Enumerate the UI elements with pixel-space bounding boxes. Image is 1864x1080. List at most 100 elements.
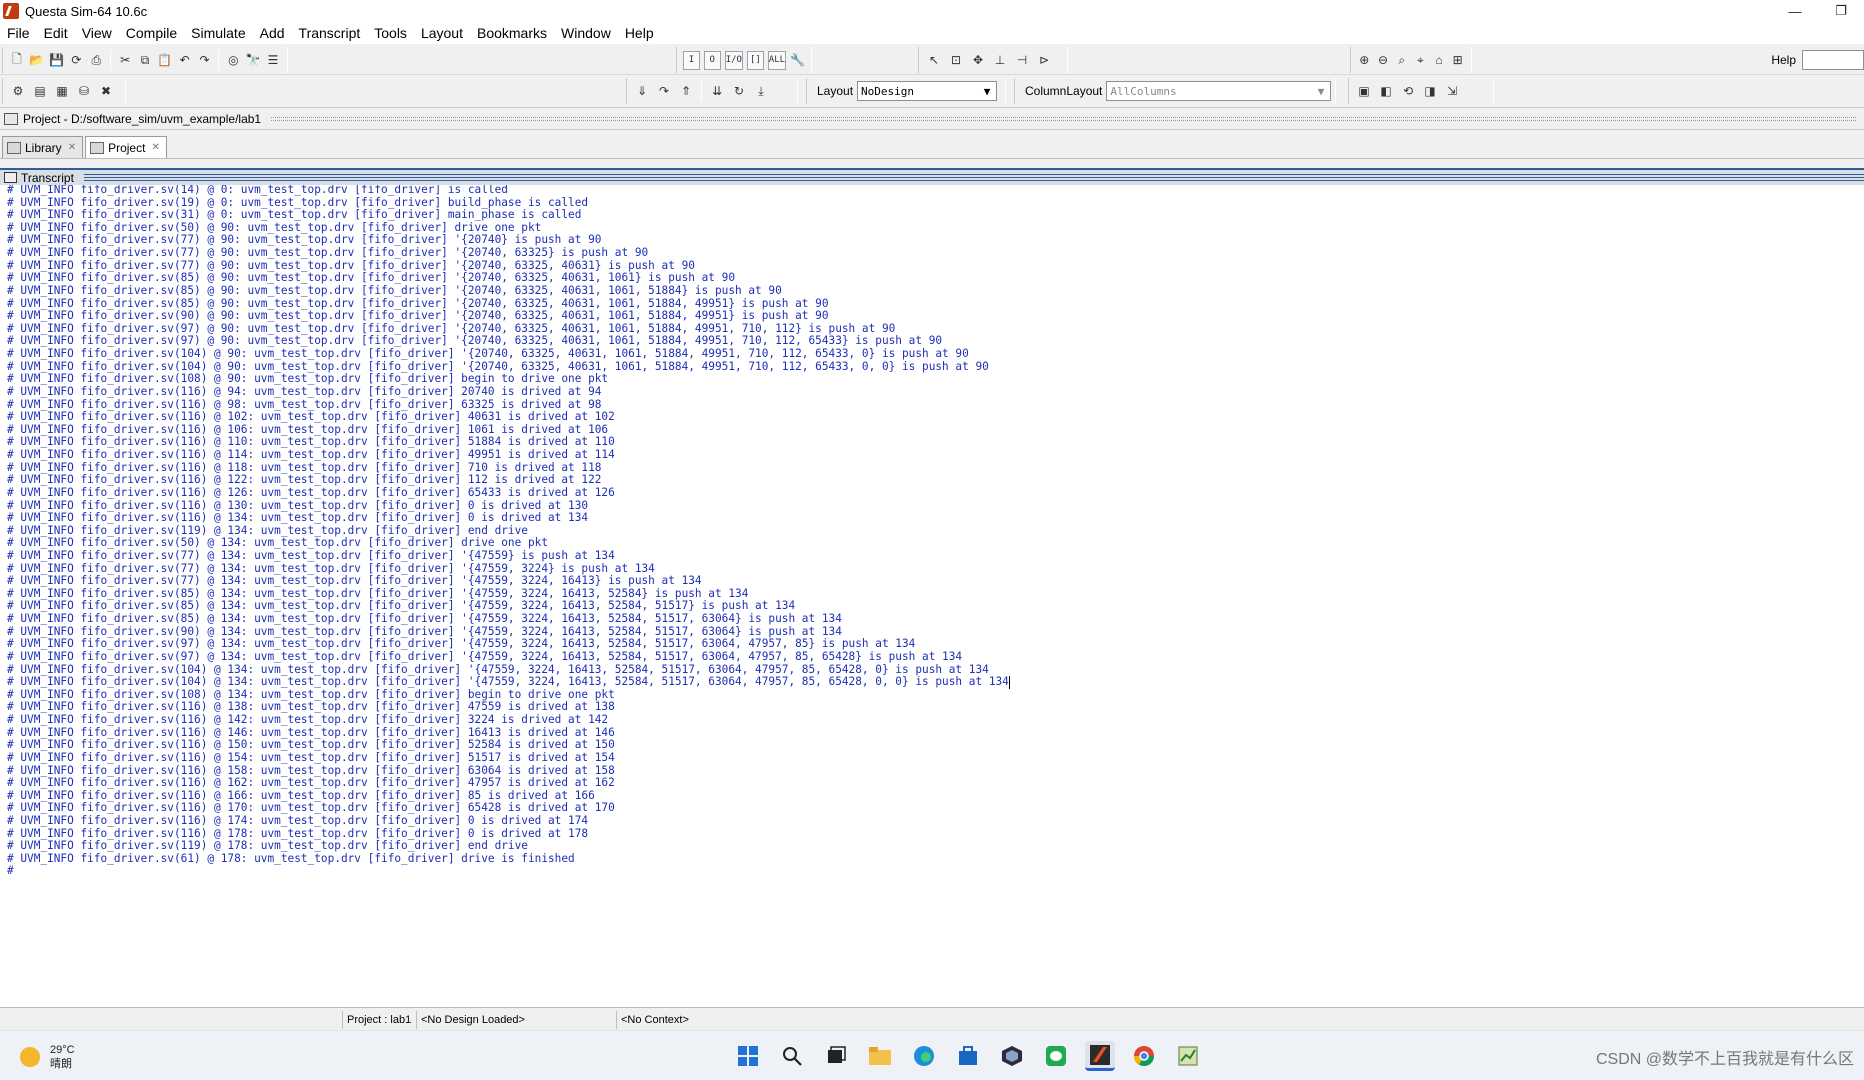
tab-project[interactable]: Project ✕ <box>85 136 167 158</box>
help-input[interactable] <box>1802 50 1864 70</box>
save-icon[interactable]: 💾 <box>49 51 65 69</box>
restore-button[interactable]: ❐ <box>1818 0 1864 22</box>
find-icon[interactable]: 🔭 <box>245 51 261 69</box>
questa-icon[interactable] <box>1085 1041 1115 1071</box>
move-icon[interactable]: ✥ <box>969 51 987 69</box>
search-icon[interactable] <box>777 1041 807 1071</box>
wave-refresh-icon[interactable]: ⟲ <box>1399 82 1417 100</box>
menu-transcript[interactable]: Transcript <box>299 25 361 41</box>
cursor-icon[interactable]: ⊣ <box>1013 51 1031 69</box>
filter-all-button[interactable]: ALL <box>767 50 787 70</box>
menu-compile[interactable]: Compile <box>126 25 177 41</box>
temperature: 29°C <box>50 1044 75 1056</box>
sun-icon <box>20 1047 40 1067</box>
menu-tools[interactable]: Tools <box>374 25 407 41</box>
tab-library[interactable]: Library ✕ <box>2 136 84 158</box>
open-folder-icon[interactable]: 📂 <box>29 51 45 69</box>
status-project: Project : lab1 <box>342 1011 416 1029</box>
edge-icon[interactable] <box>909 1041 939 1071</box>
menu-file[interactable]: File <box>7 25 30 41</box>
select-pointer-icon[interactable]: ↖ <box>925 51 943 69</box>
status-context: <No Context> <box>616 1011 866 1029</box>
menu-edit[interactable]: Edit <box>44 25 68 41</box>
transcript-pane[interactable]: # UVM_INFO fifo_driver.sv(14) @ 0: uvm_t… <box>0 185 1864 1008</box>
step-end-icon[interactable]: ⤓ <box>752 82 770 100</box>
filter-toolbar: I O I/O [] ALL 🔧 <box>676 47 812 73</box>
toolbar-row-2: ⚙ ▤ ▦ ⛁ ✖ ⇓ ↷ ⇑ ⇊ ↻ ⤓ Layout NoDesign ▼ … <box>0 75 1864 108</box>
add-wave-icon[interactable]: ▣ <box>1355 82 1373 100</box>
zoom-full-icon[interactable]: ⌕ <box>1394 51 1409 69</box>
reload-icon[interactable]: ⟳ <box>69 51 85 69</box>
weather-widget[interactable]: 29°C 晴朗 <box>20 1043 75 1071</box>
close-icon[interactable]: ✕ <box>68 142 76 153</box>
filter-inout-button[interactable]: I/O <box>724 50 743 70</box>
print-icon[interactable]: ⎙ <box>88 51 104 69</box>
simulate-icon[interactable]: ⚙ <box>9 82 27 100</box>
paste-icon[interactable]: 📋 <box>157 51 173 69</box>
menu-window[interactable]: Window <box>561 25 611 41</box>
status-design: <No Design Loaded> <box>416 1011 616 1029</box>
close-icon[interactable]: ✕ <box>151 142 159 153</box>
menu-view[interactable]: View <box>82 25 112 41</box>
copy-icon[interactable]: ⧉ <box>137 51 153 69</box>
minimize-button[interactable]: — <box>1772 0 1818 22</box>
zoom-last-icon[interactable]: ⌂ <box>1432 51 1447 69</box>
virtualbox-icon[interactable] <box>997 1041 1027 1071</box>
pane-grip[interactable] <box>83 174 1864 181</box>
transcript-header: Transcript <box>0 168 1864 185</box>
step-over-icon[interactable]: ↷ <box>655 82 673 100</box>
new-file-icon[interactable]: 🗋 <box>9 51 25 69</box>
layout-combo[interactable]: NoDesign ▼ <box>857 81 998 101</box>
cut-icon[interactable]: ✂ <box>117 51 133 69</box>
step-out-icon[interactable]: ⇑ <box>677 82 695 100</box>
chart-app-icon[interactable] <box>1173 1041 1203 1071</box>
zoom-cursor-icon[interactable]: ⌖ <box>1413 51 1428 69</box>
toolbar-row-1: 🗋 📂 💾 ⟳ ⎙ ✂ ⧉ 📋 ↶ ↷ ◎ 🔭 ☰ I O I/O [] ALL… <box>0 44 1864 75</box>
dataflow-icon[interactable]: ⊳ <box>1035 51 1053 69</box>
zoom-box-icon[interactable]: ⊡ <box>947 51 965 69</box>
wrench-icon[interactable]: 🔧 <box>790 51 805 69</box>
collapse-icon[interactable]: ☰ <box>265 51 281 69</box>
store-icon[interactable] <box>953 1041 983 1071</box>
compile-icon[interactable]: ◎ <box>225 51 241 69</box>
layout-selector: Layout NoDesign ▼ <box>806 78 1006 104</box>
menu-bookmarks[interactable]: Bookmarks <box>477 25 547 41</box>
zoom-out-icon[interactable]: ⊖ <box>1376 51 1391 69</box>
break-icon[interactable]: ⛁ <box>75 82 93 100</box>
menu-add[interactable]: Add <box>260 25 285 41</box>
task-view-icon[interactable] <box>821 1041 851 1071</box>
wave-export-icon[interactable]: ⇲ <box>1443 82 1461 100</box>
status-blank <box>0 1011 342 1029</box>
pane-grip[interactable] <box>271 116 1856 121</box>
layout-label: Layout <box>817 84 854 98</box>
wechat-icon[interactable] <box>1041 1041 1071 1071</box>
step-down-icon[interactable]: ⇊ <box>708 82 726 100</box>
filter-in-button[interactable]: I <box>683 50 700 70</box>
wave-format-icon[interactable]: ◨ <box>1421 82 1439 100</box>
column-layout-combo[interactable]: AllColumns ▼ <box>1106 81 1331 101</box>
step-into-icon[interactable]: ⇓ <box>633 82 651 100</box>
run-icon[interactable]: ▦ <box>53 82 71 100</box>
project-bar: Project - D:/software_sim/uvm_example/la… <box>0 108 1864 130</box>
filter-internal-button[interactable]: [] <box>746 50 764 70</box>
chevron-down-icon: ▼ <box>983 84 991 98</box>
window-title: Questa Sim-64 10.6c <box>25 3 148 19</box>
filter-out-button[interactable]: O <box>703 50 721 70</box>
restart-icon[interactable]: ▤ <box>31 82 49 100</box>
menu-help[interactable]: Help <box>625 25 654 41</box>
redo-icon[interactable]: ↷ <box>197 51 213 69</box>
stop-icon[interactable]: ✖ <box>97 82 115 100</box>
undo-icon[interactable]: ↶ <box>177 51 193 69</box>
zoom-in-icon[interactable]: ⊕ <box>1357 51 1372 69</box>
file-explorer-icon[interactable] <box>865 1041 895 1071</box>
step-loop-icon[interactable]: ↻ <box>730 82 748 100</box>
watermark-text: CSDN @数学不上百我就是有什么区 <box>1595 1051 1854 1068</box>
questa-logo-icon <box>3 3 19 19</box>
chrome-icon[interactable] <box>1129 1041 1159 1071</box>
menu-layout[interactable]: Layout <box>421 25 463 41</box>
menu-simulate[interactable]: Simulate <box>191 25 245 41</box>
wave-edit-icon[interactable]: ◧ <box>1377 82 1395 100</box>
ruler-icon[interactable]: ⊥ <box>991 51 1009 69</box>
zoom-range-icon[interactable]: ⊞ <box>1450 51 1465 69</box>
start-icon[interactable] <box>733 1041 763 1071</box>
